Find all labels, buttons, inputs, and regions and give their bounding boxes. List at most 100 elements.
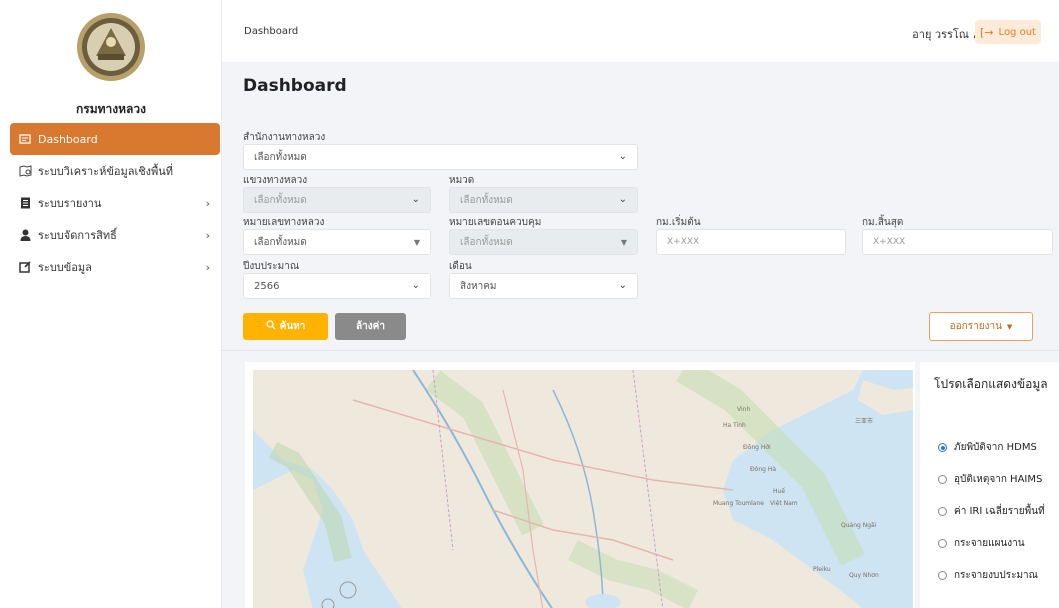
category-select[interactable]: เลือกทั้งหมด ⌄: [449, 187, 638, 213]
month-select[interactable]: สิงหาคม ⌄: [449, 273, 638, 299]
export-button-label: ออกรายงาน: [949, 321, 1002, 332]
km-end-placeholder: X+XXX: [873, 237, 906, 247]
sidebar-item-spatial-analysis[interactable]: ระบบวิเคราะห์ข้อมูลเชิงพื้นที่: [10, 155, 220, 187]
km-start-placeholder: X+XXX: [667, 237, 700, 247]
sidebar-item-label: ระบบวิเคราะห์ข้อมูลเชิงพื้นที่: [38, 165, 174, 178]
radio-button[interactable]: [938, 539, 947, 548]
km-start-input[interactable]: X+XXX: [656, 229, 846, 255]
budget-year-value: 2566: [254, 280, 280, 292]
sidebar-item-label: Dashboard: [38, 132, 98, 146]
layer-option-label: อุบัติเหตุจาก HAIMS: [954, 474, 1043, 485]
chevron-down-icon: ⌄: [618, 280, 627, 291]
layer-option-label: ค่า IRI เฉลี่ยรายพื้นที่: [954, 506, 1045, 517]
layer-option-haims[interactable]: อุบัติเหตุจาก HAIMS: [938, 472, 1042, 487]
category-label: หมวด: [449, 175, 475, 186]
logout-label: Log out: [998, 26, 1036, 38]
map-label: 三亚市: [855, 418, 874, 425]
report-icon: [18, 196, 32, 210]
logout-button[interactable]: [→ Log out: [975, 20, 1041, 44]
office-select[interactable]: เลือกทั้งหมด ⌄: [243, 144, 638, 170]
map-label: Ha Tinh: [723, 422, 746, 429]
sidebar-item-permissions[interactable]: ระบบจัดการสิทธิ์ ›: [10, 219, 220, 251]
layer-option-label: กระจายแผนงาน: [954, 538, 1025, 549]
chevron-right-icon: ›: [205, 197, 210, 210]
layer-selector-panel: โปรดเลือกแสดงข้อมูล ภัยพิบัติจาก HDMS อุ…: [920, 362, 1059, 608]
district-select-value: เลือกทั้งหมด: [254, 194, 307, 206]
caret-down-icon: ▼: [413, 238, 420, 247]
chevron-down-icon: ⌄: [411, 194, 420, 205]
radio-button[interactable]: [938, 571, 947, 580]
km-end-label: กม.สิ้นสุด: [862, 217, 904, 228]
chevron-right-icon: ›: [205, 229, 210, 242]
km-end-input[interactable]: X+XXX: [862, 229, 1053, 255]
dashboard-icon: [18, 132, 32, 146]
map-label: Quảng Ngãi: [841, 522, 877, 529]
sidebar-item-label: ระบบรายงาน: [38, 197, 102, 210]
map-view[interactable]: Vinh Ha Tinh Đồng Hới Đông Hà Huế Việt N…: [253, 370, 913, 608]
control-no-label: หมายเลขตอนควบคุม: [449, 217, 542, 228]
layer-option-hdms[interactable]: ภัยพิบัติจาก HDMS: [938, 440, 1037, 455]
road-no-select-value: เลือกทั้งหมด: [254, 236, 307, 248]
month-label: เดือน: [449, 261, 472, 272]
spatial-analysis-icon: [18, 164, 32, 178]
chevron-down-icon: ⌄: [618, 194, 627, 205]
chevron-right-icon: ›: [205, 261, 210, 274]
layer-option-label: กระจายงบประมาณ: [954, 570, 1038, 581]
office-select-value: เลือกทั้งหมด: [254, 151, 307, 163]
map-label: Việt Nam: [770, 500, 798, 507]
km-start-label: กม.เริ่มต้น: [656, 217, 701, 228]
layer-option-iri[interactable]: ค่า IRI เฉลี่ยรายพื้นที่: [938, 504, 1045, 519]
main-content: Dashboard สำนักงานทางหลวง เลือกทั้งหมด ⌄…: [222, 62, 1059, 608]
control-no-select-value: เลือกทั้งหมด: [460, 236, 513, 248]
map-label: Muang Toumlane: [713, 500, 764, 507]
office-label: สำนักงานทางหลวง: [243, 132, 326, 143]
map-label: Pleiku: [813, 566, 831, 573]
sidebar-item-label: ระบบข้อมูล: [38, 261, 92, 274]
map-panel: Vinh Ha Tinh Đồng Hới Đông Hà Huế Việt N…: [245, 362, 915, 608]
search-button[interactable]: ค้นหา: [243, 313, 328, 340]
radio-button[interactable]: [938, 507, 947, 516]
breadcrumb[interactable]: Dashboard: [244, 26, 298, 37]
logout-icon: [→: [980, 25, 994, 39]
map-label: Quy Nhơn: [849, 572, 879, 579]
user-permission-icon: [18, 228, 32, 242]
district-select[interactable]: เลือกทั้งหมด ⌄: [243, 187, 431, 213]
user-name: อายุ วรรโณ: [912, 28, 969, 41]
caret-down-icon: ▼: [620, 238, 627, 247]
layer-selector-title: โปรดเลือกแสดงข้อมูล: [934, 377, 1048, 391]
search-button-label: ค้นหา: [279, 321, 306, 332]
radio-button[interactable]: [938, 475, 947, 484]
budget-year-select[interactable]: 2566 ⌄: [243, 273, 431, 299]
chevron-down-icon: ⌄: [411, 280, 420, 291]
sidebar: กรมทางหลวง Dashboard ระบบวิเคราะห์ข้อมูล…: [0, 0, 222, 608]
road-no-label: หมายเลขทางหลวง: [243, 217, 325, 228]
road-no-select[interactable]: เลือกทั้งหมด ▼: [243, 229, 431, 255]
page-title: Dashboard: [243, 76, 347, 96]
sidebar-item-dashboard[interactable]: Dashboard: [10, 123, 220, 155]
search-icon: [265, 320, 276, 333]
section-divider: [222, 350, 1059, 351]
data-edit-icon: [18, 260, 32, 274]
chevron-down-icon: ⌄: [618, 151, 627, 162]
map-label: Vinh: [737, 406, 751, 413]
sidebar-item-reports[interactable]: ระบบรายงาน ›: [10, 187, 220, 219]
map-label: Đông Hà: [750, 466, 777, 473]
sidebar-nav: Dashboard ระบบวิเคราะห์ข้อมูลเชิงพื้นที่…: [10, 123, 220, 283]
department-logo: [76, 12, 146, 82]
export-report-button[interactable]: ออกรายงาน ▼: [929, 312, 1033, 341]
category-select-value: เลือกทั้งหมด: [460, 194, 513, 206]
layer-option-label: ภัยพิบัติจาก HDMS: [954, 442, 1037, 453]
district-label: แขวงทางหลวง: [243, 175, 308, 186]
control-no-select[interactable]: เลือกทั้งหมด ▼: [449, 229, 638, 255]
layer-option-budget[interactable]: กระจายงบประมาณ: [938, 568, 1038, 583]
sidebar-item-label: ระบบจัดการสิทธิ์: [38, 229, 117, 242]
map-label: Đồng Hới: [743, 444, 771, 451]
radio-button[interactable]: [938, 443, 947, 452]
map-label: Huế: [773, 488, 786, 495]
budget-year-label: ปีงบประมาณ: [243, 261, 300, 272]
sidebar-item-data[interactable]: ระบบข้อมูล ›: [10, 251, 220, 283]
clear-button-label: ล้างค่า: [356, 321, 385, 332]
clear-button[interactable]: ล้างค่า: [335, 313, 406, 340]
month-value: สิงหาคม: [460, 280, 497, 292]
layer-option-plans[interactable]: กระจายแผนงาน: [938, 536, 1025, 551]
